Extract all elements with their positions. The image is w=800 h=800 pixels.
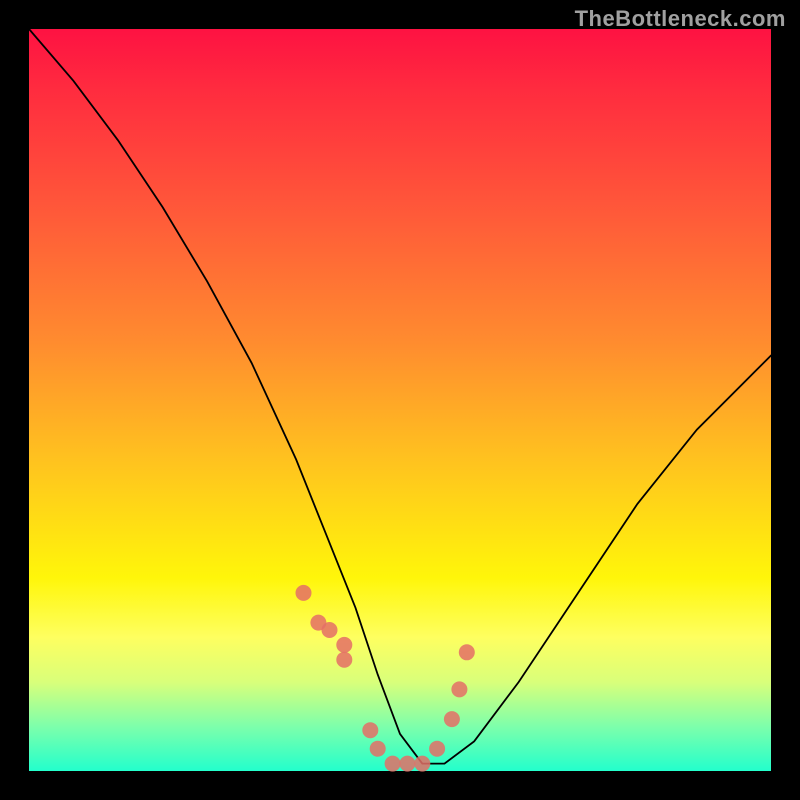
curve-marker <box>322 622 338 638</box>
bottleneck-curve <box>29 29 771 764</box>
curve-marker <box>385 756 401 772</box>
curve-marker <box>429 741 445 757</box>
chart-frame: TheBottleneck.com <box>0 0 800 800</box>
curve-marker <box>451 681 467 697</box>
curve-marker <box>459 644 475 660</box>
curve-marker <box>370 741 386 757</box>
curve-marker <box>444 711 460 727</box>
curve-markers <box>296 585 475 772</box>
chart-svg <box>29 29 771 771</box>
curve-marker <box>414 756 430 772</box>
curve-marker <box>336 637 352 653</box>
curve-marker <box>399 756 415 772</box>
curve-marker <box>336 652 352 668</box>
curve-marker <box>362 722 378 738</box>
plot-area <box>29 29 771 771</box>
watermark-text: TheBottleneck.com <box>575 6 786 32</box>
curve-marker <box>296 585 312 601</box>
